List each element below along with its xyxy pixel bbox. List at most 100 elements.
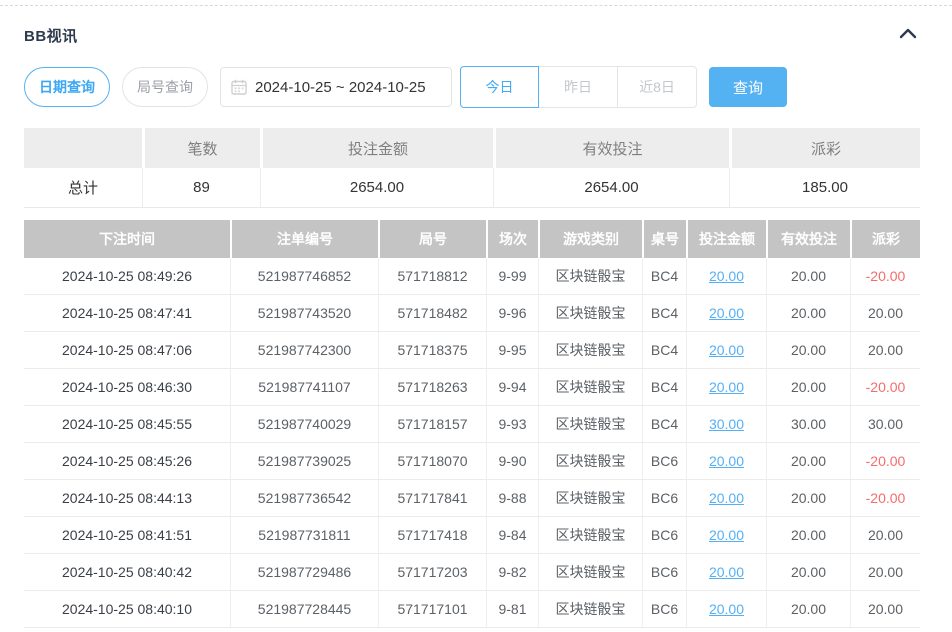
- cell-order-number: 521987740029: [230, 406, 378, 443]
- cell-bet-time: 2024-10-25 08:47:41: [24, 295, 230, 332]
- calendar-icon: [231, 79, 247, 95]
- cell-game-type: 区块链骰宝: [538, 332, 642, 369]
- page-title: BB视讯: [24, 25, 78, 46]
- cell-order-number: 521987746852: [230, 258, 378, 295]
- bet-amount-link[interactable]: 20.00: [709, 342, 744, 358]
- cell-bet-amount: 30.00: [686, 406, 766, 443]
- cell-order-number: 521987739025: [230, 443, 378, 480]
- cell-valid-bet: 20.00: [766, 332, 850, 369]
- column-header-session: 场次: [486, 220, 538, 258]
- cell-bet-time: 2024-10-25 08:41:51: [24, 517, 230, 554]
- column-header-table-number: 桌号: [642, 220, 686, 258]
- cell-round-number: 571718812: [378, 258, 486, 295]
- table-row: 2024-10-25 08:45:55521987740029571718157…: [24, 406, 920, 443]
- bet-amount-link[interactable]: 20.00: [709, 453, 744, 469]
- cell-session: 9-99: [486, 258, 538, 295]
- cell-payout: -20.00: [850, 480, 920, 517]
- summary-total-bet-amount: 2654.00: [260, 168, 493, 208]
- cell-session: 9-93: [486, 406, 538, 443]
- bet-amount-link[interactable]: 30.00: [709, 416, 744, 432]
- cell-game-type: 区块链骰宝: [538, 443, 642, 480]
- cell-table-number: BC6: [642, 443, 686, 480]
- bet-amount-link[interactable]: 20.00: [709, 601, 744, 617]
- column-header-bet-amount: 投注金额: [686, 220, 766, 258]
- summary-header-payout: 派彩: [729, 128, 920, 168]
- bet-records-table: 下注时间注单编号局号场次游戏类别桌号投注金额有效投注派彩 2024-10-25 …: [24, 220, 920, 628]
- bet-amount-link[interactable]: 20.00: [709, 490, 744, 506]
- collapse-section-button[interactable]: [896, 23, 920, 47]
- cell-table-number: BC6: [642, 480, 686, 517]
- cell-payout: 20.00: [850, 517, 920, 554]
- summary-total-valid-bet: 2654.00: [493, 168, 729, 208]
- cell-table-number: BC4: [642, 295, 686, 332]
- cell-bet-amount: 20.00: [686, 295, 766, 332]
- cell-session: 9-90: [486, 443, 538, 480]
- table-row: 2024-10-25 08:47:06521987742300571718375…: [24, 332, 920, 369]
- summary-table: 笔数 投注金额 有效投注 派彩 总计 89 2654.00 2654.00 18…: [24, 128, 920, 208]
- cell-order-number: 521987741107: [230, 369, 378, 406]
- cell-payout: 20.00: [850, 295, 920, 332]
- quick-range-today[interactable]: 今日: [460, 66, 539, 108]
- date-query-tab[interactable]: 日期查询: [24, 67, 110, 107]
- cell-round-number: 571718263: [378, 369, 486, 406]
- cell-payout: 20.00: [850, 332, 920, 369]
- cell-bet-time: 2024-10-25 08:49:26: [24, 258, 230, 295]
- bet-amount-link[interactable]: 20.00: [709, 379, 744, 395]
- quick-range-yesterday[interactable]: 昨日: [539, 66, 618, 108]
- cell-order-number: 521987743520: [230, 295, 378, 332]
- cell-valid-bet: 20.00: [766, 554, 850, 591]
- cell-bet-time: 2024-10-25 08:46:30: [24, 369, 230, 406]
- search-button[interactable]: 查询: [709, 67, 787, 107]
- summary-total-count: 89: [142, 168, 260, 208]
- column-header-game-type: 游戏类别: [538, 220, 642, 258]
- date-range-input[interactable]: 2024-10-25 ~ 2024-10-25: [220, 67, 452, 107]
- summary-total-label: 总计: [24, 168, 142, 208]
- cell-valid-bet: 20.00: [766, 480, 850, 517]
- cell-table-number: BC4: [642, 258, 686, 295]
- cell-bet-amount: 20.00: [686, 591, 766, 628]
- cell-session: 9-81: [486, 591, 538, 628]
- cell-payout: -20.00: [850, 369, 920, 406]
- cell-session: 9-88: [486, 480, 538, 517]
- cell-round-number: 571717418: [378, 517, 486, 554]
- cell-order-number: 521987729486: [230, 554, 378, 591]
- cell-table-number: BC6: [642, 591, 686, 628]
- cell-bet-amount: 20.00: [686, 443, 766, 480]
- cell-order-number: 521987742300: [230, 332, 378, 369]
- cell-round-number: 571717841: [378, 480, 486, 517]
- bet-amount-link[interactable]: 20.00: [709, 268, 744, 284]
- table-row: 2024-10-25 08:47:41521987743520571718482…: [24, 295, 920, 332]
- cell-payout: 20.00: [850, 554, 920, 591]
- section-header: BB视讯: [24, 23, 920, 47]
- quick-range-last8days[interactable]: 近8日: [618, 66, 697, 108]
- filter-toolbar: 日期查询 局号查询 2024-10-25 ~ 2024-10-25 今日 昨日 …: [24, 66, 920, 108]
- bet-amount-link[interactable]: 20.00: [709, 305, 744, 321]
- cell-game-type: 区块链骰宝: [538, 554, 642, 591]
- cell-session: 9-82: [486, 554, 538, 591]
- cell-payout: -20.00: [850, 443, 920, 480]
- cell-bet-amount: 20.00: [686, 369, 766, 406]
- cell-bet-time: 2024-10-25 08:45:26: [24, 443, 230, 480]
- cell-table-number: BC6: [642, 517, 686, 554]
- cell-bet-time: 2024-10-25 08:45:55: [24, 406, 230, 443]
- bet-table-body: 2024-10-25 08:49:26521987746852571718812…: [24, 258, 920, 628]
- cell-round-number: 571717101: [378, 591, 486, 628]
- cell-order-number: 521987736542: [230, 480, 378, 517]
- cell-payout: -20.00: [850, 258, 920, 295]
- bet-amount-link[interactable]: 20.00: [709, 564, 744, 580]
- cell-table-number: BC4: [642, 369, 686, 406]
- cell-bet-time: 2024-10-25 08:47:06: [24, 332, 230, 369]
- bet-amount-link[interactable]: 20.00: [709, 527, 744, 543]
- cell-game-type: 区块链骰宝: [538, 517, 642, 554]
- summary-header-count: 笔数: [142, 128, 260, 168]
- cell-session: 9-95: [486, 332, 538, 369]
- cell-valid-bet: 20.00: [766, 295, 850, 332]
- cell-bet-time: 2024-10-25 08:40:10: [24, 591, 230, 628]
- cell-game-type: 区块链骰宝: [538, 295, 642, 332]
- cell-payout: 30.00: [850, 406, 920, 443]
- round-query-tab[interactable]: 局号查询: [122, 67, 208, 107]
- table-row: 2024-10-25 08:45:26521987739025571718070…: [24, 443, 920, 480]
- cell-game-type: 区块链骰宝: [538, 406, 642, 443]
- column-header-bet-time: 下注时间: [24, 220, 230, 258]
- summary-header-valid-bet: 有效投注: [493, 128, 729, 168]
